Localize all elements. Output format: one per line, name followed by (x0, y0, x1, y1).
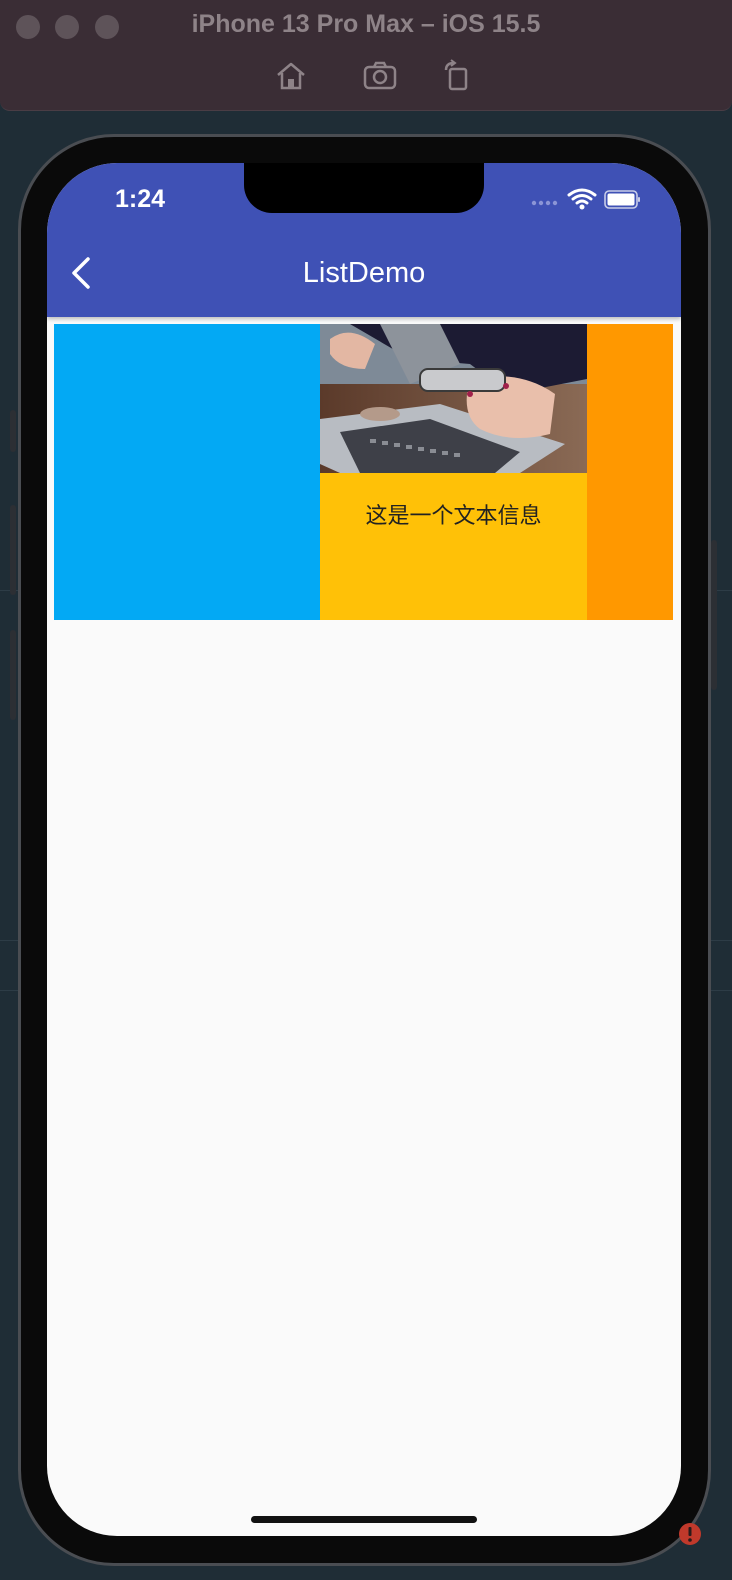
window-title: iPhone 13 Pro Max – iOS 15.5 (191, 10, 541, 38)
mute-switch (10, 410, 16, 452)
rotate-icon[interactable] (440, 58, 476, 94)
device-screen: 1:24 ListDemo 这是一个文本信息 (47, 163, 681, 1536)
list-item-blue-block (54, 324, 320, 620)
power-button (711, 540, 717, 690)
volume-up-button (10, 505, 16, 595)
signal-icon (531, 200, 558, 206)
simulator-titlebar: iPhone 13 Pro Max – iOS 15.5 (0, 0, 732, 111)
list-item-card: 这是一个文本信息 (320, 324, 587, 620)
wifi-icon (567, 188, 597, 205)
battery-icon (604, 190, 640, 209)
status-time: 1:24 (115, 185, 166, 213)
page-title: ListDemo (302, 257, 426, 289)
status-icons (531, 187, 641, 218)
volume-down-button (10, 630, 16, 720)
warning-icon[interactable] (678, 1522, 702, 1546)
device-notch (244, 163, 484, 213)
list-item-orange-block (587, 324, 673, 620)
home-icon[interactable] (273, 58, 309, 94)
screenshot-icon[interactable] (362, 58, 398, 94)
list-item-caption: 这是一个文本信息 (365, 503, 542, 528)
home-indicator[interactable] (251, 1516, 477, 1523)
phone-photo (320, 324, 587, 473)
